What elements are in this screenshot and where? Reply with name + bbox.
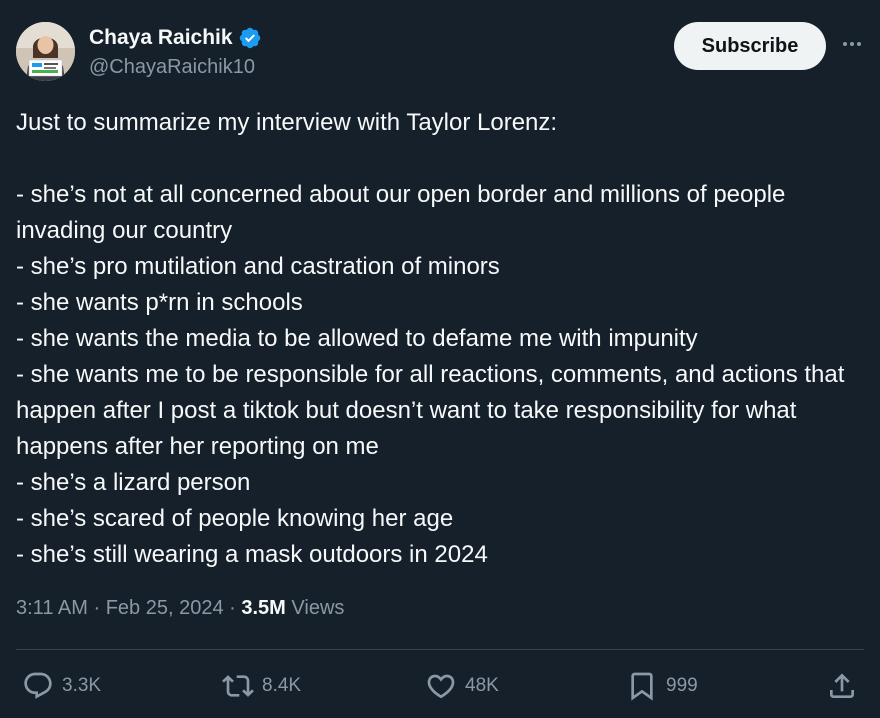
like-count: 48K xyxy=(465,675,499,696)
tweet-time[interactable]: 3:11 AM xyxy=(16,597,88,619)
repost-count: 8.4K xyxy=(262,675,302,696)
tweet-line: - she’s a lizard person xyxy=(16,469,251,496)
share-button[interactable] xyxy=(826,668,858,704)
tweet-intro: Just to summarize my interview with Tayl… xyxy=(16,109,558,136)
tweet-line: - she wants the media to be allowed to d… xyxy=(16,325,698,352)
tweet-line: - she’s not at all concerned about our o… xyxy=(16,181,793,244)
bookmark-button[interactable]: 999 xyxy=(626,668,698,704)
tweet-line: - she wants p*rn in schools xyxy=(16,289,303,316)
meta-separator: · xyxy=(93,597,101,619)
tweet-line: - she’s still wearing a mask outdoors in… xyxy=(16,541,488,568)
reply-icon xyxy=(24,672,52,699)
reply-count: 3.3K xyxy=(62,675,102,696)
tweet-line: - she wants me to be responsible for all… xyxy=(16,361,852,460)
tweet-line: - she’s scared of people knowing her age xyxy=(16,505,454,532)
views-label: Views xyxy=(291,597,345,619)
share-icon xyxy=(830,673,854,698)
subscribe-button[interactable]: Subscribe xyxy=(674,22,826,70)
heart-icon xyxy=(427,674,455,699)
tweet-meta: 3:11 AM · Feb 25, 2024 · 3.5M Views xyxy=(16,597,344,620)
author-display-name[interactable]: Chaya Raichik xyxy=(89,26,233,50)
more-horizontal-icon[interactable] xyxy=(838,30,866,58)
avatar[interactable] xyxy=(16,22,75,81)
tweet-date[interactable]: Feb 25, 2024 xyxy=(106,597,224,619)
bookmark-count: 999 xyxy=(666,675,698,696)
like-button[interactable]: 48K xyxy=(425,668,499,704)
profile-photo xyxy=(16,22,75,81)
verified-badge-icon[interactable] xyxy=(238,26,262,50)
meta-separator: · xyxy=(229,597,236,619)
repost-icon xyxy=(222,675,254,697)
reply-button[interactable]: 3.3K xyxy=(22,668,101,704)
author-name-row: Chaya Raichik xyxy=(89,26,262,50)
tweet-card: Chaya Raichik @ChayaRaichik10 Subscribe … xyxy=(0,0,880,718)
bookmark-icon xyxy=(631,672,653,701)
tweet-text: Just to summarize my interview with Tayl… xyxy=(16,105,872,573)
author-handle[interactable]: @ChayaRaichik10 xyxy=(89,56,255,79)
views-count: 3.5M xyxy=(241,597,286,619)
repost-button[interactable]: 8.4K xyxy=(222,668,301,704)
tweet-line: - she’s pro mutilation and castration of… xyxy=(16,253,500,280)
divider xyxy=(16,649,864,650)
